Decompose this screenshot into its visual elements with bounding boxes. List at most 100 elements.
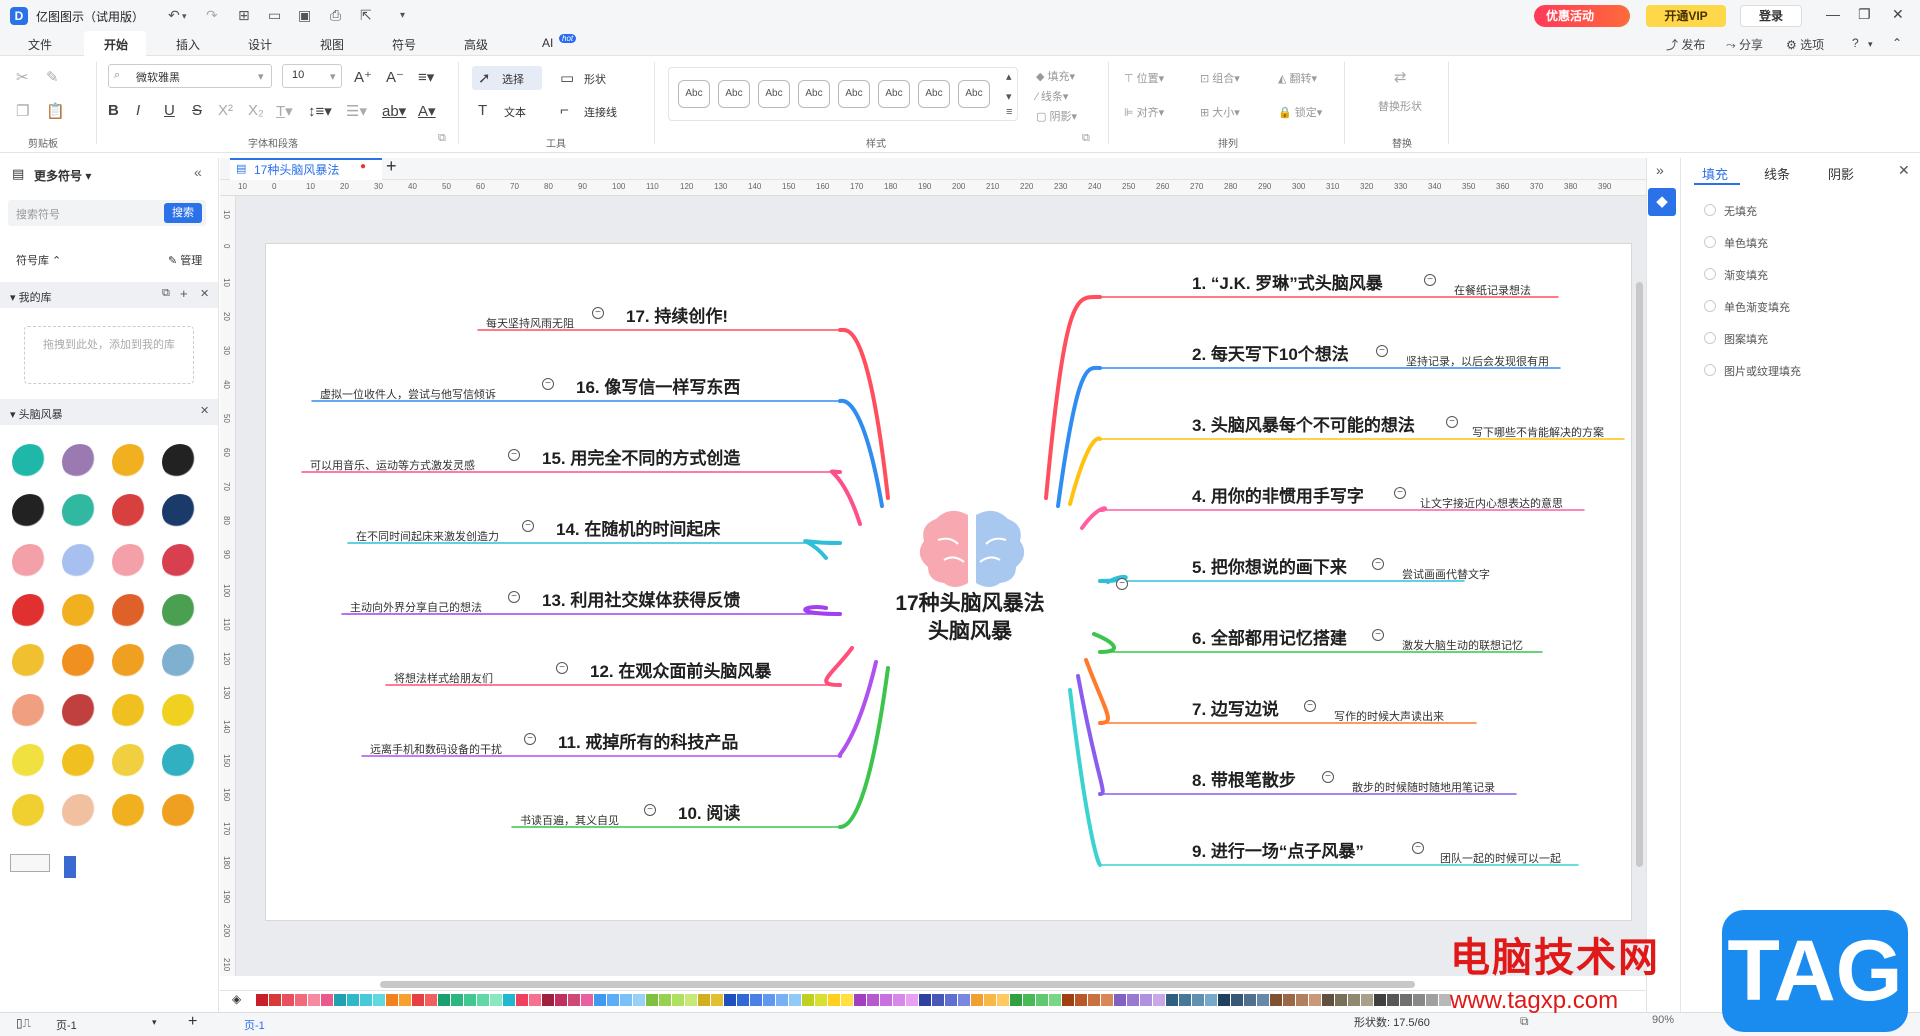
color-swatch[interactable] [1348, 994, 1360, 1006]
collapse-icon[interactable]: − [1376, 345, 1388, 357]
fill-option-label[interactable]: 图案填充 [1724, 331, 1768, 347]
mindmap-node-note[interactable]: 远离手机和数码设备的干扰 [370, 741, 502, 757]
collapse-icon[interactable]: − [1372, 629, 1384, 641]
color-swatch[interactable] [802, 994, 814, 1006]
color-swatch[interactable] [1010, 994, 1022, 1006]
color-swatch[interactable] [880, 994, 892, 1006]
fill-panel-icon[interactable]: ◆ [1648, 188, 1676, 216]
mindmap-node-note[interactable]: 主动向外界分享自己的想法 [350, 599, 482, 615]
fill-option-radio[interactable] [1704, 268, 1716, 280]
collapse-icon[interactable]: − [1394, 487, 1406, 499]
horizontal-scrollbar[interactable] [380, 981, 1415, 988]
color-swatch[interactable] [659, 994, 671, 1006]
color-swatch[interactable] [256, 994, 268, 1006]
mindmap-node-title[interactable]: 9. 进行一场“点子风暴” [1192, 837, 1364, 862]
mindmap-node-title[interactable]: 13. 利用社交媒体获得反馈 [542, 586, 740, 611]
fill-option-label[interactable]: 单色渐变填充 [1724, 299, 1790, 315]
color-swatch[interactable] [698, 994, 710, 1006]
collapse-icon[interactable]: − [1424, 274, 1436, 286]
color-swatch[interactable] [1270, 994, 1282, 1006]
page-selector[interactable]: 页-1 [56, 1017, 77, 1033]
color-swatch[interactable] [1205, 994, 1217, 1006]
color-swatch[interactable] [1296, 994, 1308, 1006]
color-swatch[interactable] [1257, 994, 1269, 1006]
color-swatch[interactable] [1127, 994, 1139, 1006]
collapse-icon[interactable]: − [542, 378, 554, 390]
color-swatch[interactable] [386, 994, 398, 1006]
color-swatch[interactable] [711, 994, 723, 1006]
color-swatch[interactable] [763, 994, 775, 1006]
fill-option-radio[interactable] [1704, 204, 1716, 216]
mindmap-node-note[interactable]: 尝试画画代替文字 [1402, 566, 1490, 582]
color-swatch[interactable] [750, 994, 762, 1006]
fill-option-radio[interactable] [1704, 300, 1716, 312]
page-list-icon[interactable]: ▯⎍ [16, 1016, 31, 1031]
collapse-icon[interactable]: − [1304, 700, 1316, 712]
color-swatch[interactable] [1413, 994, 1425, 1006]
collapse-icon[interactable]: − [644, 804, 656, 816]
collapse-icon[interactable]: − [1372, 558, 1384, 570]
expand-panel-icon[interactable]: » [1656, 162, 1664, 178]
color-swatch[interactable] [542, 994, 554, 1006]
fill-color-icon[interactable]: ◈ [232, 992, 241, 1006]
color-swatch[interactable] [1140, 994, 1152, 1006]
mindmap-node-title[interactable]: 4. 用你的非惯用手写字 [1192, 482, 1364, 507]
color-swatch[interactable] [464, 994, 476, 1006]
color-swatch[interactable] [334, 994, 346, 1006]
collapse-icon[interactable]: − [524, 733, 536, 745]
mindmap-node-title[interactable]: 8. 带根笔散步 [1192, 766, 1296, 791]
color-swatch[interactable] [1036, 994, 1048, 1006]
color-swatch[interactable] [1309, 994, 1321, 1006]
mindmap-node-note[interactable]: 每天坚持风雨无阻 [486, 315, 574, 331]
color-swatch[interactable] [555, 994, 567, 1006]
color-swatch[interactable] [1322, 994, 1334, 1006]
color-swatch[interactable] [685, 994, 697, 1006]
color-swatch[interactable] [568, 994, 580, 1006]
color-swatch[interactable] [971, 994, 983, 1006]
mindmap-node-title[interactable]: 6. 全部都用记忆搭建 [1192, 624, 1347, 649]
collapse-icon[interactable]: − [1446, 416, 1458, 428]
color-swatch[interactable] [1426, 994, 1438, 1006]
add-page-icon[interactable]: + [188, 1013, 197, 1031]
mindmap-node-title[interactable]: 11. 戒掉所有的科技产品 [558, 728, 738, 753]
color-swatch[interactable] [529, 994, 541, 1006]
fill-option-label[interactable]: 单色填充 [1724, 235, 1768, 251]
color-swatch[interactable] [1166, 994, 1178, 1006]
color-swatch[interactable] [581, 994, 593, 1006]
color-swatch[interactable] [1153, 994, 1165, 1006]
color-swatch[interactable] [984, 994, 996, 1006]
color-swatch[interactable] [451, 994, 463, 1006]
mindmap-node-title[interactable]: 17. 持续创作! [626, 302, 728, 327]
color-swatch[interactable] [932, 994, 944, 1006]
color-swatch[interactable] [893, 994, 905, 1006]
color-swatch[interactable] [1088, 994, 1100, 1006]
zoom-level[interactable]: 90% [1652, 1014, 1674, 1026]
color-swatch[interactable] [1179, 994, 1191, 1006]
mindmap-node-note[interactable]: 写作的时候大声读出来 [1334, 708, 1444, 724]
color-swatch[interactable] [1101, 994, 1113, 1006]
collapse-icon[interactable]: − [1322, 771, 1334, 783]
color-swatch[interactable] [1218, 994, 1230, 1006]
mindmap-node-note[interactable]: 在餐纸记录想法 [1454, 282, 1531, 298]
collapse-icon[interactable]: − [1116, 578, 1128, 590]
color-swatch[interactable] [1023, 994, 1035, 1006]
color-swatch[interactable] [1387, 994, 1399, 1006]
mindmap-node-note[interactable]: 让文字接近内心想表达的意思 [1420, 495, 1563, 511]
mindmap-node-title[interactable]: 14. 在随机的时间起床 [556, 515, 720, 540]
mindmap-node-note[interactable]: 坚持记录，以后会发现很有用 [1406, 353, 1549, 369]
color-swatch[interactable] [906, 994, 918, 1006]
color-swatch[interactable] [867, 994, 879, 1006]
color-swatch[interactable] [360, 994, 372, 1006]
mindmap-node-title[interactable]: 15. 用完全不同的方式创造 [542, 444, 740, 469]
collapse-icon[interactable]: − [556, 662, 568, 674]
page-tab[interactable]: 页-1 [244, 1017, 265, 1033]
panel-tab-fill[interactable]: 填充 [1702, 164, 1728, 183]
color-swatch[interactable] [1283, 994, 1295, 1006]
panel-tab-line[interactable]: 线条 [1764, 164, 1790, 183]
fill-option-radio[interactable] [1704, 332, 1716, 344]
fill-option-label[interactable]: 图片或纹理填充 [1724, 363, 1801, 379]
color-swatch[interactable] [672, 994, 684, 1006]
mindmap-node-note[interactable]: 散步的时候随时随地用笔记录 [1352, 779, 1495, 795]
color-swatch[interactable] [945, 994, 957, 1006]
color-swatch[interactable] [620, 994, 632, 1006]
